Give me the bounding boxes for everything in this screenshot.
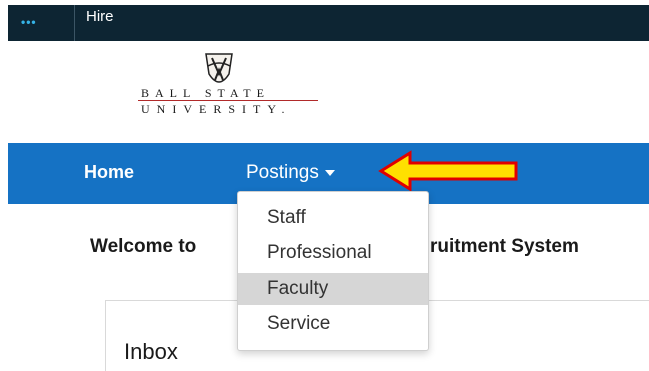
menu-item-professional[interactable]: Professional <box>238 237 428 269</box>
logo-rule <box>138 100 318 101</box>
topbar-divider <box>74 5 75 41</box>
nav-postings-dropdown[interactable]: Postings <box>246 162 335 184</box>
menu-item-service[interactable]: Service <box>238 308 428 340</box>
welcome-text-right: ruitment System <box>430 236 579 257</box>
caret-down-icon <box>324 169 335 176</box>
seal-icon <box>205 53 233 83</box>
welcome-text-left: Welcome to <box>90 236 197 257</box>
top-app-bar: ••• Hire <box>8 5 649 41</box>
nav-home-link[interactable]: Home <box>84 162 134 183</box>
annotation-arrow-icon <box>378 150 518 192</box>
dots-menu-icon[interactable]: ••• <box>21 15 37 29</box>
nav-postings-label: Postings <box>246 162 319 183</box>
university-logo[interactable]: BALL STATE UNIVERSITY. <box>136 50 321 130</box>
app-name: Hire <box>86 8 114 25</box>
inbox-title: Inbox <box>124 339 178 364</box>
menu-item-faculty[interactable]: Faculty <box>238 273 428 305</box>
logo-text-line1: BALL STATE <box>141 86 270 100</box>
postings-dropdown-menu: Staff Professional Faculty Service <box>237 191 429 351</box>
menu-item-staff[interactable]: Staff <box>238 202 428 234</box>
logo-text-line2: UNIVERSITY. <box>141 102 292 116</box>
